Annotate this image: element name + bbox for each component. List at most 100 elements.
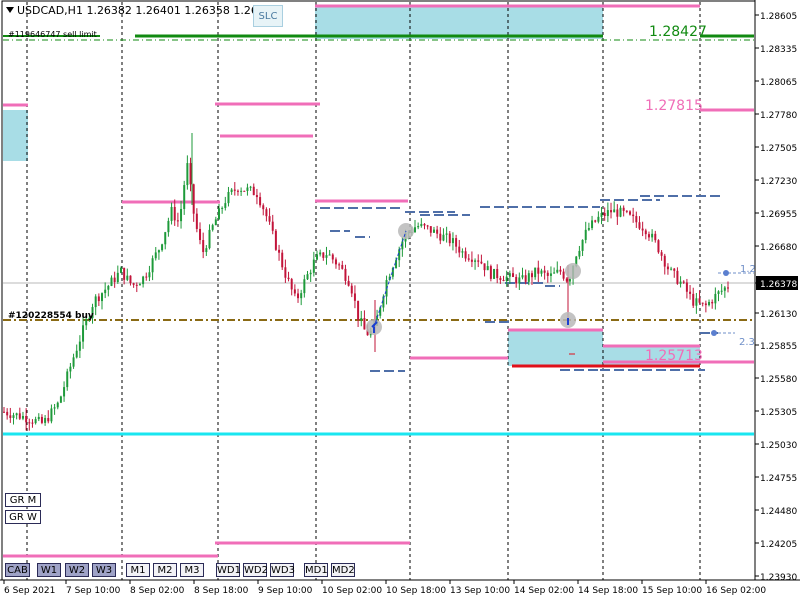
timeframe-button-wd1[interactable]: WD1 [216,563,241,577]
candle-body [31,422,34,424]
candle-body [651,233,654,238]
candle-body [628,211,631,215]
time-tick-label: 6 Sep 2021 [4,586,55,596]
time-tick-label: 10 Sep 18:00 [386,586,446,596]
candle-body [157,250,160,253]
candle-body [708,301,711,306]
timeframe-button-cab[interactable]: CAB [5,563,30,577]
candle-body [562,271,565,279]
candle-body [432,229,435,233]
candle-body [75,350,78,358]
price-tick-label: 1.26130 [760,310,797,320]
candle-body [530,273,533,278]
candle-body [698,298,701,303]
time-tick-label: 16 Sep 02:00 [706,586,766,596]
candle-body [505,276,508,281]
gr-m-button[interactable]: GR M [5,493,41,507]
candle-body [518,277,521,284]
candle-body [328,254,331,256]
time-tick-label: 13 Sep 10:00 [450,586,510,596]
candle-body [271,221,274,231]
right-dot-icon [723,270,729,276]
candle-body [360,318,363,320]
timeframe-button-w3[interactable]: W3 [92,563,116,577]
candle-body [429,226,432,233]
candle-body [679,281,682,284]
candle-body [113,277,116,282]
candle-body [230,189,233,192]
price-chart[interactable]: 1.28605 1.28335 1.28065 1.27780 1.27505 1.272… [0,0,800,600]
timeframe-button-md1[interactable]: MD1 [304,563,328,577]
candle-body [521,275,524,278]
candle-body [233,189,236,191]
candle-body [616,209,619,217]
candle-body [603,212,606,217]
candle-body [151,258,154,273]
candle-body [116,272,119,282]
candle-body [644,230,647,235]
candle-body [512,273,515,277]
timeframe-button-m2[interactable]: M2 [153,563,177,577]
candle-body [199,228,202,241]
price-tick-label: 1.24480 [760,507,797,517]
candle-body [606,210,609,217]
candle-body [18,413,21,419]
zone-box-top [315,6,603,39]
sell-limit-order-label: #119646747 sell limit [8,30,97,39]
time-separators [26,2,701,580]
price-tick-label: 1.27505 [760,144,797,154]
timeframe-button-wd3[interactable]: WD3 [270,563,295,577]
candle-body [654,233,657,241]
candle-body [641,228,644,231]
candle-body [613,209,616,213]
timeframe-button-w1[interactable]: W1 [37,563,61,577]
price-tick-label: 1.23930 [760,573,797,583]
candle-body [676,270,679,284]
timeframe-button-wd2[interactable]: WD2 [243,563,268,577]
zone-boxes [3,6,700,366]
candle-body [110,277,113,286]
price-tick-label: 1.27230 [760,177,797,187]
price-tick-label: 1.25580 [760,375,797,385]
price-tick-label: 1.26955 [760,210,797,220]
dropdown-triangle-icon[interactable] [6,7,14,13]
candle-body [666,266,669,270]
candle-body [673,268,676,271]
green-level-label: 1.28427 [649,24,707,40]
candle-body [600,212,603,217]
candle-body [549,273,552,276]
candle-body [470,259,473,262]
candle-body [104,289,107,294]
timeframe-button-m3[interactable]: M3 [180,563,204,577]
price-tick-label: 1.26680 [760,243,797,253]
timeframe-button-w2[interactable]: W2 [65,563,89,577]
candle-body [53,407,56,409]
price-tick-label: 1.27780 [760,111,797,121]
candle-body [489,266,492,279]
timeframe-button-m1[interactable]: M1 [126,563,150,577]
current-price-label: 1.26378 [760,280,797,290]
zone-box-bottom [508,330,603,366]
candle-body [123,267,126,280]
candle-body [448,233,451,244]
candle-body [40,416,43,423]
candle-body [142,276,145,285]
candle-body [350,285,353,294]
candle-body [625,210,628,212]
gr-w-button[interactable]: GR W [5,510,41,524]
timeframe-button-md2[interactable]: MD2 [331,563,355,577]
price-tick-label: 1.28605 [760,12,797,22]
candle-body [287,277,290,280]
candle-body [255,195,258,198]
candle-body [701,302,704,304]
candle-body [211,225,214,230]
slc-button[interactable]: SLC [253,5,283,27]
candle-body [540,270,543,274]
candle-body [483,263,486,271]
candle-body [82,325,85,342]
price-tick-label: 1.24205 [760,540,797,550]
candle-body [660,252,663,256]
chart-text: 1.28427 1.27815 1.25713 1.2 2.3 #119646747 se… [8,24,756,364]
candle-body [164,232,167,245]
candle-body [578,250,581,257]
